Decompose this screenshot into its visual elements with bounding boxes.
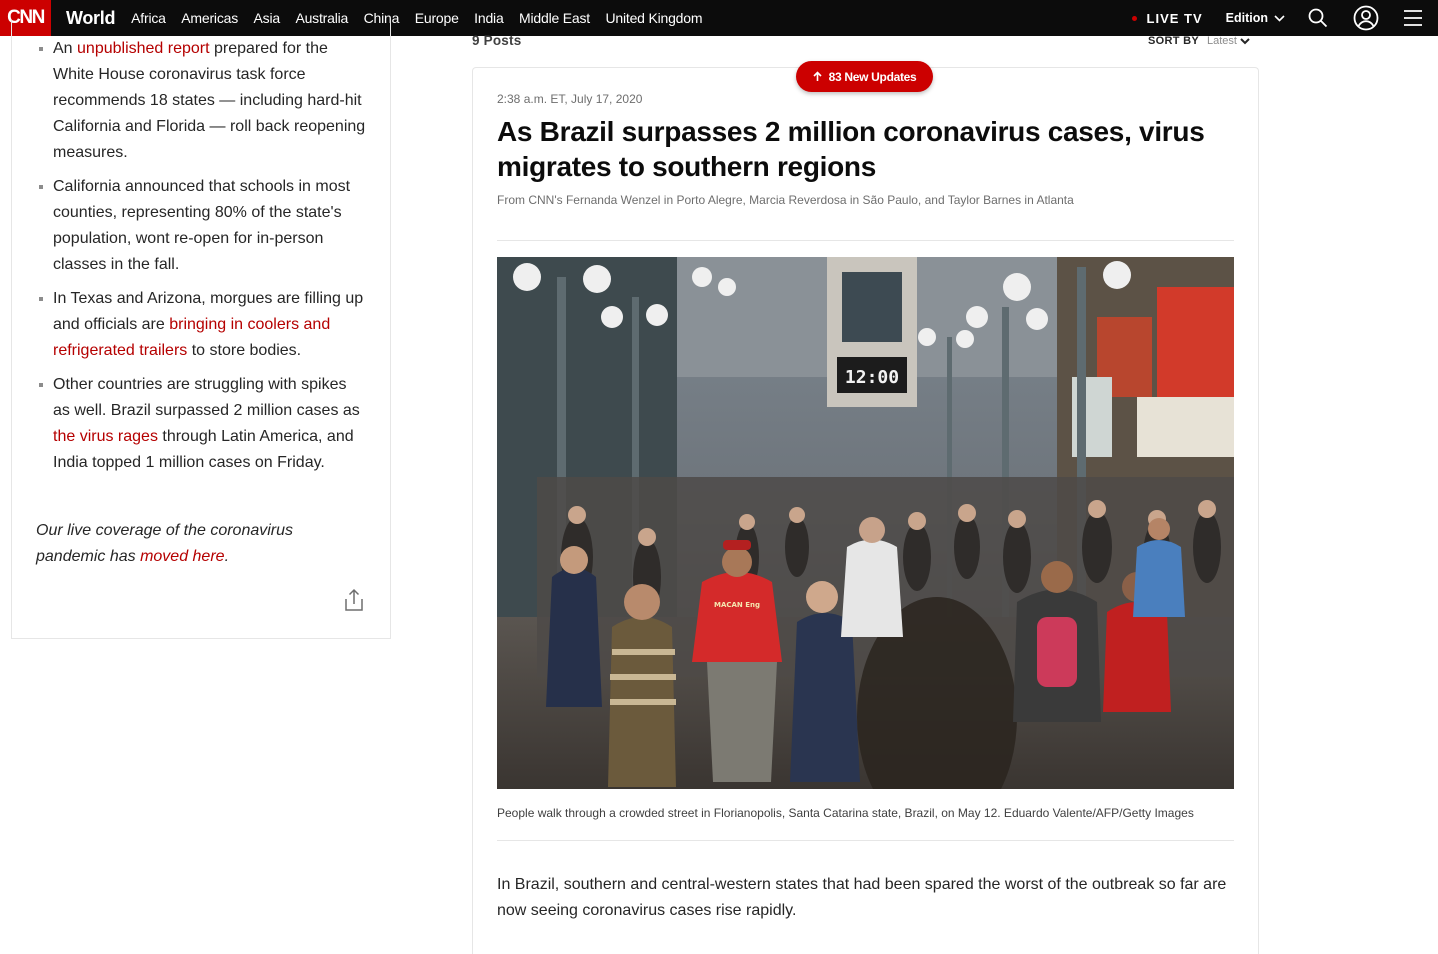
nav-link-united-kingdom[interactable]: United Kingdom — [605, 10, 702, 26]
post-photo[interactable]: 12:00 MACAN Eng — [497, 257, 1234, 789]
nav-link-india[interactable]: India — [474, 10, 504, 26]
chevron-down-icon — [1240, 37, 1250, 44]
photo-shirt-text: MACAN Eng — [714, 601, 760, 609]
street-crowd-image: 12:00 MACAN Eng — [497, 257, 1234, 789]
nav-right: LIVE TV Edition — [1131, 0, 1438, 36]
edition-dropdown[interactable]: Edition — [1226, 11, 1285, 25]
post-headline: As Brazil surpasses 2 million coronaviru… — [497, 116, 1205, 182]
post-timestamp: 2:38 a.m. ET, July 17, 2020 — [497, 92, 643, 106]
chevron-down-icon — [1274, 14, 1285, 22]
summary-card: An unpublished report prepared for the W… — [11, 20, 391, 639]
live-indicator-dot — [1131, 15, 1137, 21]
edition-label: Edition — [1225, 11, 1268, 25]
account-icon — [1353, 5, 1379, 31]
post-body-text: In Brazil, southern and central-western … — [497, 876, 1227, 919]
share-icon[interactable] — [344, 588, 364, 612]
search-button[interactable] — [1303, 0, 1333, 36]
photo-clock-text: 12:00 — [845, 367, 899, 388]
divider — [497, 240, 1234, 241]
posts-count: 9 Posts — [472, 33, 522, 48]
search-icon — [1308, 8, 1328, 28]
summary-bullet: An unpublished report prepared for the W… — [36, 36, 366, 166]
coverage-moved-note: Our live coverage of the coronavirus pan… — [36, 522, 294, 565]
post-byline: From CNN's Fernanda Wenzel in Porto Aleg… — [497, 193, 1074, 207]
link-moved-here[interactable]: moved here — [140, 548, 225, 565]
link-virus-rages[interactable]: the virus rages — [53, 428, 158, 445]
summary-bullets: An unpublished report prepared for the W… — [36, 36, 366, 484]
account-button[interactable] — [1351, 0, 1381, 36]
nav-link-middle-east[interactable]: Middle East — [519, 10, 590, 26]
divider — [497, 840, 1234, 841]
live-tv-link[interactable]: LIVE TV — [1147, 11, 1203, 26]
summary-bullet: Other countries are struggling with spik… — [36, 372, 366, 476]
arrow-up-icon — [813, 71, 822, 81]
menu-button[interactable] — [1398, 0, 1428, 36]
link-unpublished-report[interactable]: unpublished report — [77, 40, 210, 57]
sort-by-label: SORT BY — [1148, 35, 1199, 47]
summary-bullet: In Texas and Arizona, morgues are fillin… — [36, 286, 366, 364]
menu-icon — [1404, 10, 1422, 26]
photo-caption: People walk through a crowded street in … — [497, 806, 1194, 820]
new-updates-label: 83 New Updates — [828, 69, 917, 84]
new-updates-button[interactable]: 83 New Updates — [796, 61, 933, 92]
sort-by-value: Latest — [1207, 35, 1237, 47]
nav-link-europe[interactable]: Europe — [415, 10, 459, 26]
summary-bullet: California announced that schools in mos… — [36, 174, 366, 278]
sort-by-dropdown[interactable]: SORT BY Latest — [1148, 35, 1250, 47]
